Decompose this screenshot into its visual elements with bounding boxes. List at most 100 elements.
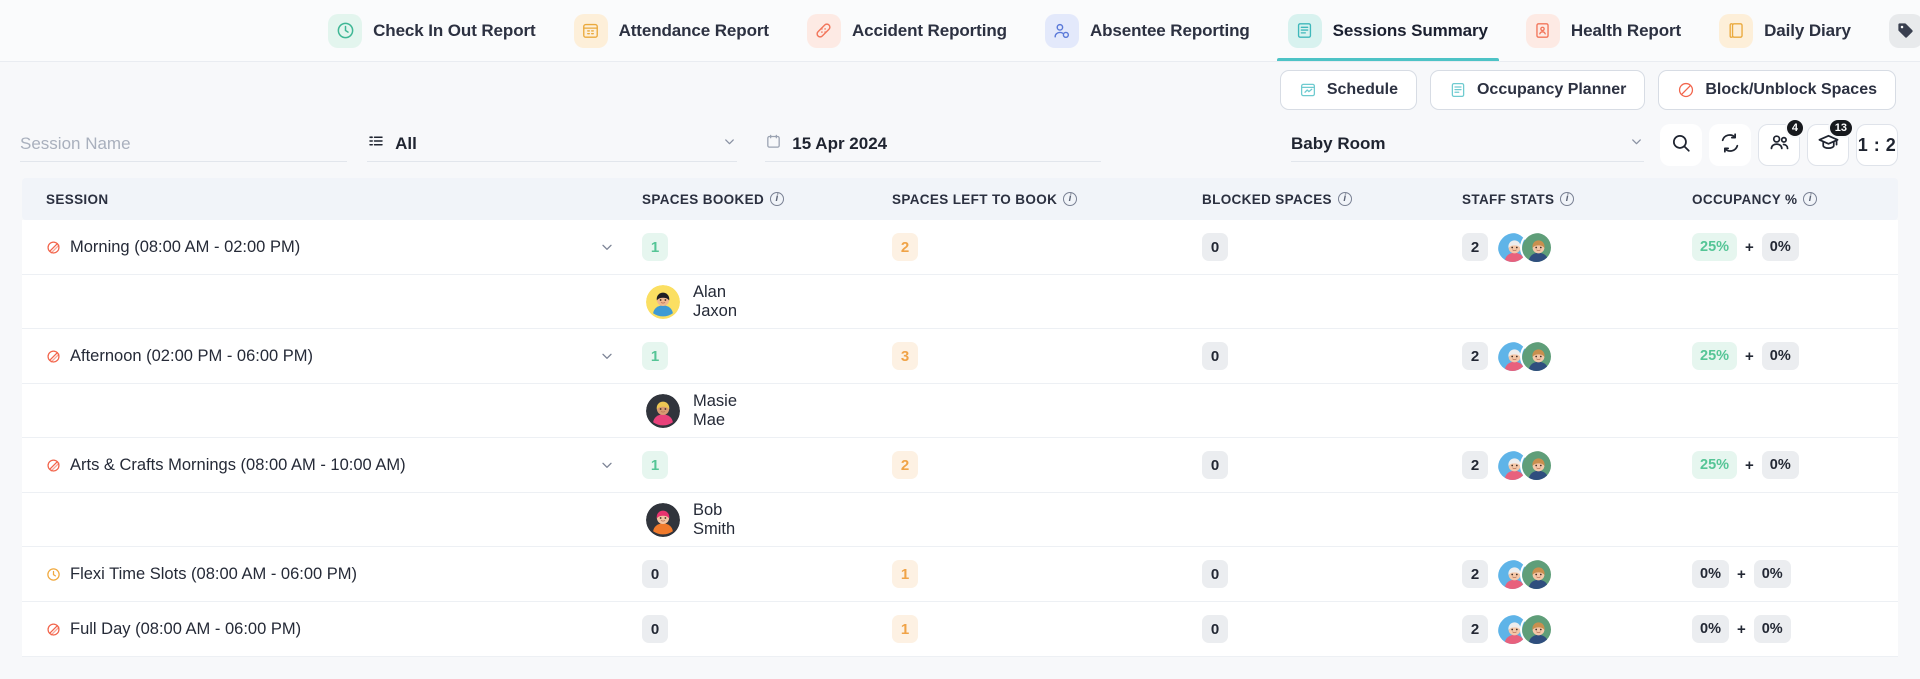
session-cell: Afternoon (02:00 PM - 06:00 PM) [22, 343, 642, 369]
session-name: Morning (08:00 AM - 02:00 PM) [70, 237, 301, 256]
spaces-left-value: 1 [892, 560, 918, 588]
spaces-booked-cell: 0 [642, 615, 892, 643]
table-body: Morning (08:00 AM - 02:00 PM) 1 2 0 2 25% +0% A… [22, 220, 1898, 657]
spaces-booked-value: 1 [642, 233, 668, 261]
occupancy-plus-sign: + [1736, 620, 1746, 638]
session-name-input[interactable]: Session Name [20, 128, 348, 162]
avatar [1520, 448, 1553, 482]
staff-stats-cell: 2 [1462, 557, 1692, 591]
spaces-booked-cell: 1 [642, 342, 892, 370]
table-row[interactable]: Morning (08:00 AM - 02:00 PM) 1 2 0 2 25% +0% [22, 220, 1898, 275]
staff-count-value: 2 [1462, 615, 1488, 643]
spaces-left-cell: 2 [892, 451, 1202, 479]
staff-count-value: 2 [1462, 451, 1488, 479]
all-filter-value: All [395, 133, 417, 153]
staff-count-button[interactable]: 13 [1807, 118, 1854, 166]
refresh-button[interactable] [1709, 124, 1751, 166]
staff-avatar-group[interactable] [1496, 339, 1553, 373]
avatar [1520, 557, 1553, 591]
person-minus-icon [1044, 13, 1079, 48]
occupancy-main-value: 0% [1692, 615, 1729, 643]
blocked-spaces-value: 0 [1202, 560, 1228, 588]
expand-row-chevron-down-icon[interactable] [592, 452, 622, 478]
session-cell: Flexi Time Slots (08:00 AM - 06:00 PM) [22, 565, 642, 584]
schedule-button[interactable]: Schedule [1279, 70, 1417, 110]
tab-label: Daily Diary [1764, 20, 1851, 40]
sessions-table: SESSION SPACES BOOKED i SPACES LEFT TO B… [0, 178, 1920, 657]
table-row[interactable]: Afternoon (02:00 PM - 06:00 PM) 1 3 0 2 25% +0… [22, 329, 1898, 384]
spaces-booked-value: 0 [642, 615, 668, 643]
blocked-spaces-cell: 0 [1202, 615, 1462, 643]
staff-avatar-group[interactable] [1496, 557, 1553, 591]
ratio-button[interactable]: 1 : 2 [1856, 124, 1898, 166]
block-unblock-spaces-button-label: Block/Unblock Spaces [1705, 81, 1877, 98]
chevron-down-icon [1629, 134, 1644, 154]
clock-icon [328, 13, 363, 48]
tab-check-in-out-report[interactable]: Check In Out Report [309, 0, 554, 61]
info-icon[interactable]: i [1063, 192, 1078, 206]
info-icon[interactable]: i [770, 192, 785, 206]
tag-icon [1888, 13, 1920, 48]
avatar [1520, 339, 1553, 373]
spaces-booked-value: 1 [642, 342, 668, 370]
table-header-row: SESSION SPACES BOOKED i SPACES LEFT TO B… [22, 178, 1898, 220]
report-tabs: Check In Out Report Attendance Report Ac… [0, 0, 1920, 62]
tab-tags[interactable]: Tags [1870, 0, 1920, 61]
all-filter-select[interactable]: All [367, 128, 738, 162]
tab-absentee-reporting[interactable]: Absentee Reporting [1026, 0, 1269, 61]
session-name: Afternoon (02:00 PM - 06:00 PM) [70, 346, 314, 365]
spaces-left-value: 2 [892, 233, 918, 261]
expand-row-chevron-down-icon[interactable] [592, 343, 622, 369]
table-row[interactable]: Arts & Crafts Mornings (08:00 AM - 10:00… [22, 438, 1898, 493]
spaces-booked-cell: 1 [642, 233, 892, 261]
toolbar-icons: 4 13 1 : 2 [1644, 118, 1898, 166]
avatar [646, 284, 680, 319]
room-select[interactable]: Baby Room [1291, 128, 1644, 162]
block-unblock-spaces-button[interactable]: Block/Unblock Spaces [1658, 70, 1896, 110]
filter-list-icon [367, 132, 385, 155]
no-entry-icon [46, 458, 61, 473]
blocked-spaces-cell: 0 [1202, 560, 1462, 588]
expand-row-chevron-down-icon[interactable] [592, 234, 622, 260]
staff-stats-cell: 2 [1462, 339, 1692, 373]
occupancy-extra-value: 0% [1753, 560, 1791, 588]
list-document-icon [1287, 13, 1322, 48]
schedule-button-label: Schedule [1326, 81, 1398, 98]
tab-health-report[interactable]: Health Report [1507, 0, 1700, 61]
calendar-icon [765, 133, 782, 155]
tab-accident-reporting[interactable]: Accident Reporting [788, 0, 1026, 61]
info-icon[interactable]: i [1560, 192, 1575, 206]
clock-amber-icon [46, 567, 61, 582]
blocked-spaces-cell: 0 [1202, 451, 1462, 479]
info-icon[interactable]: i [1337, 192, 1352, 206]
occupancy-cell: 25% +0% [1692, 451, 1898, 479]
child-name: Alan Jaxon [693, 282, 738, 320]
refresh-icon [1719, 132, 1741, 159]
tab-sessions-summary[interactable]: Sessions Summary [1269, 0, 1507, 61]
table-row[interactable]: Full Day (08:00 AM - 06:00 PM) 0 1 0 2 0% +0% [22, 602, 1898, 657]
staff-avatar-group[interactable] [1496, 612, 1553, 646]
tab-daily-diary[interactable]: Daily Diary [1700, 0, 1870, 61]
avatar [1520, 612, 1553, 646]
child-name: Masie Mae [693, 391, 738, 429]
ratio-label: 1 : 2 [1857, 134, 1897, 155]
session-cell: Full Day (08:00 AM - 06:00 PM) [22, 620, 642, 639]
staff-stats-cell: 2 [1462, 230, 1692, 264]
filter-row: Session Name All 15 Apr 2024 Baby Room 4… [0, 118, 1920, 178]
children-count-button[interactable]: 4 [1758, 118, 1805, 166]
tab-attendance-report[interactable]: Attendance Report [555, 0, 788, 61]
table-row[interactable]: Flexi Time Slots (08:00 AM - 06:00 PM) 0 1… [22, 547, 1898, 602]
occupancy-planner-button[interactable]: Occupancy Planner [1429, 70, 1646, 110]
occupancy-main-value: 0% [1692, 560, 1729, 588]
staff-avatar-group[interactable] [1496, 230, 1553, 264]
tab-label: Absentee Reporting [1089, 20, 1250, 40]
info-icon[interactable]: i [1803, 192, 1818, 206]
column-header-spaces-booked: SPACES BOOKED i [642, 192, 892, 207]
occupancy-main-value: 25% [1692, 342, 1738, 370]
calendar-grid-icon [573, 13, 608, 48]
occupancy-plus-sign: + [1745, 456, 1754, 474]
search-button[interactable] [1660, 124, 1702, 166]
date-picker-field[interactable]: 15 Apr 2024 [765, 128, 1102, 162]
staff-avatar-group[interactable] [1496, 448, 1553, 482]
staff-count-value: 2 [1462, 560, 1488, 588]
